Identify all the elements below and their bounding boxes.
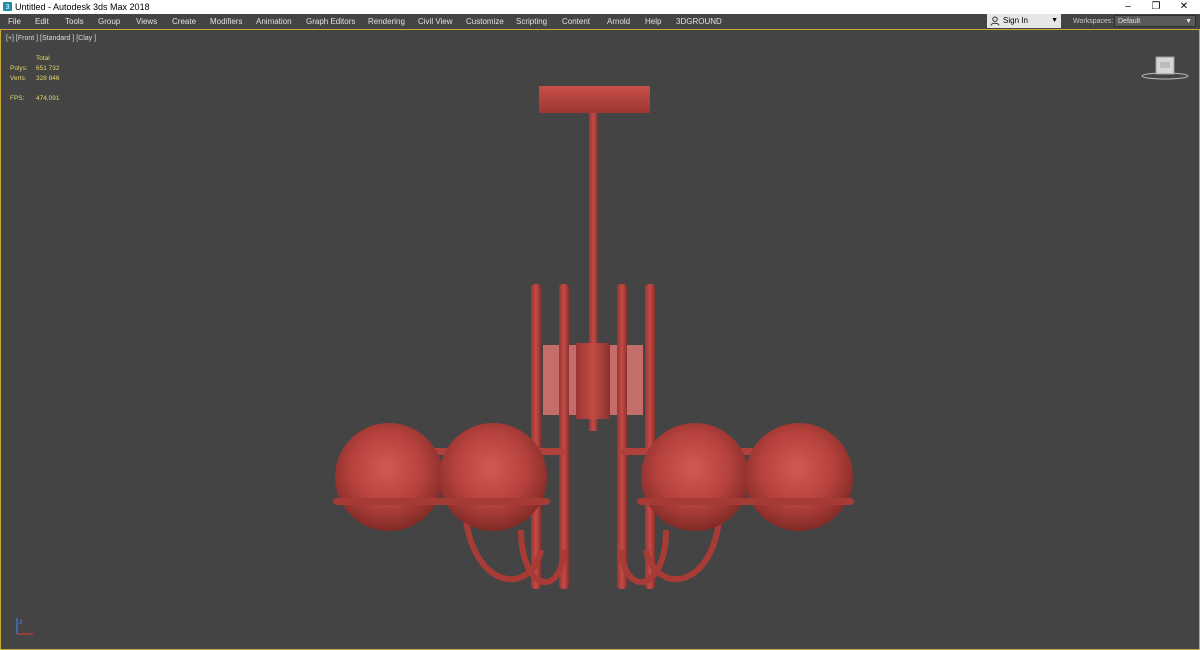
menu-customize[interactable]: Customize xyxy=(466,16,504,27)
window-title: Untitled - Autodesk 3ds Max 2018 xyxy=(15,2,150,12)
workspaces-value: Default xyxy=(1118,18,1141,25)
menu-graph-editors[interactable]: Graph Editors xyxy=(306,16,355,27)
3dsmax-app-icon: 3 xyxy=(3,2,12,11)
front-viewport[interactable]: [+] [Front ] [Standard ] [Clay ] Total P… xyxy=(0,29,1200,650)
svg-text:z: z xyxy=(19,617,23,626)
menu-rendering[interactable]: Rendering xyxy=(368,16,405,27)
sign-in-dropdown[interactable]: Sign In ▼ xyxy=(987,14,1061,28)
center-body xyxy=(576,343,610,419)
menu-edit[interactable]: Edit xyxy=(35,16,49,27)
arm-right-outer xyxy=(645,284,655,589)
globe-2 xyxy=(439,423,547,531)
menu-animation[interactable]: Animation xyxy=(256,16,292,27)
fps-value: 474,091 xyxy=(36,95,60,102)
menu-tools[interactable]: Tools xyxy=(65,16,84,27)
arm-left-inner xyxy=(559,284,569,589)
menu-modifiers[interactable]: Modifiers xyxy=(210,16,242,27)
workspaces-label: Workspaces: xyxy=(1073,18,1114,25)
chevron-down-icon: ▼ xyxy=(1185,18,1192,25)
svg-text:3: 3 xyxy=(6,4,10,11)
menu-help[interactable]: Help xyxy=(645,16,661,27)
fps-label: FPS: xyxy=(10,95,25,102)
minimize-button[interactable]: – xyxy=(1114,0,1142,14)
menu-civil-view[interactable]: Civil View xyxy=(418,16,453,27)
menu-arnold[interactable]: Arnold xyxy=(607,16,630,27)
ceiling-canopy xyxy=(539,86,650,113)
restore-button[interactable]: ❐ xyxy=(1142,0,1170,14)
verts-label: Verts: xyxy=(10,75,27,82)
user-icon xyxy=(990,16,1000,26)
viewport-label[interactable]: [+] [Front ] [Standard ] [Clay ] xyxy=(6,34,96,43)
menu-content[interactable]: Content xyxy=(562,16,590,27)
globe-3 xyxy=(641,423,749,531)
menu-3dground[interactable]: 3DGROUND xyxy=(676,16,722,27)
menu-create[interactable]: Create xyxy=(172,16,196,27)
chevron-down-icon: ▼ xyxy=(1051,17,1058,24)
menu-scripting[interactable]: Scripting xyxy=(516,16,547,27)
chandelier-model[interactable] xyxy=(1,30,1199,649)
viewcube-icon[interactable] xyxy=(1141,52,1189,84)
stats-header: Total xyxy=(36,55,50,62)
globe-4 xyxy=(745,423,853,531)
sign-in-label: Sign In xyxy=(1003,16,1028,25)
globe-1 xyxy=(335,423,443,531)
ring-left xyxy=(333,498,550,505)
title-bar: 3 Untitled - Autodesk 3ds Max 2018 – ❐ ✕ xyxy=(0,0,1200,14)
polys-value: 651 732 xyxy=(36,65,60,72)
axis-tripod-icon: z xyxy=(16,617,33,635)
ring-right xyxy=(637,498,854,505)
menu-views[interactable]: Views xyxy=(136,16,157,27)
verts-value: 328 846 xyxy=(36,75,60,82)
close-button[interactable]: ✕ xyxy=(1170,0,1198,14)
workspaces-select[interactable]: Default ▼ xyxy=(1114,15,1196,27)
menu-file[interactable]: File xyxy=(8,16,21,27)
polys-label: Polys: xyxy=(10,65,28,72)
arm-left-outer xyxy=(531,284,541,589)
arm-right-inner xyxy=(617,284,627,589)
menu-group[interactable]: Group xyxy=(98,16,120,27)
